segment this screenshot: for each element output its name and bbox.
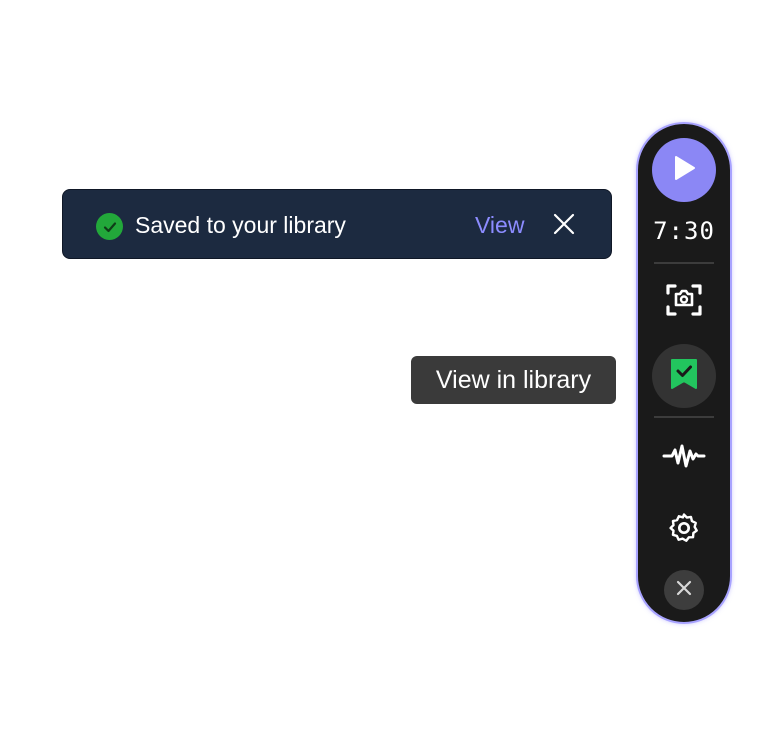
- play-icon: [671, 154, 697, 187]
- screenshot-camera-icon: [665, 282, 703, 323]
- toolbar-divider: [654, 262, 714, 264]
- timer-display: 7:30: [653, 217, 715, 245]
- close-icon: [676, 580, 692, 601]
- toolbar-divider: [654, 416, 714, 418]
- audio-button[interactable]: [652, 426, 716, 490]
- toast-view-link[interactable]: View: [475, 211, 524, 239]
- settings-button[interactable]: [652, 498, 716, 562]
- bookmark-check-icon: [669, 357, 699, 396]
- play-button[interactable]: [652, 138, 716, 202]
- save-to-library-button[interactable]: [652, 344, 716, 408]
- audio-waveform-icon: [662, 443, 706, 474]
- close-toolbar-button[interactable]: [664, 570, 704, 610]
- saved-toast: Saved to your library View: [62, 189, 612, 259]
- floating-toolbar: 7:30: [636, 122, 732, 624]
- settings-gear-icon: [667, 511, 701, 550]
- success-check-icon: [96, 213, 123, 240]
- view-in-library-tooltip: View in library: [411, 356, 616, 404]
- toast-close-icon[interactable]: [550, 210, 578, 238]
- screenshot-button[interactable]: [652, 270, 716, 334]
- toast-message: Saved to your library: [135, 212, 346, 238]
